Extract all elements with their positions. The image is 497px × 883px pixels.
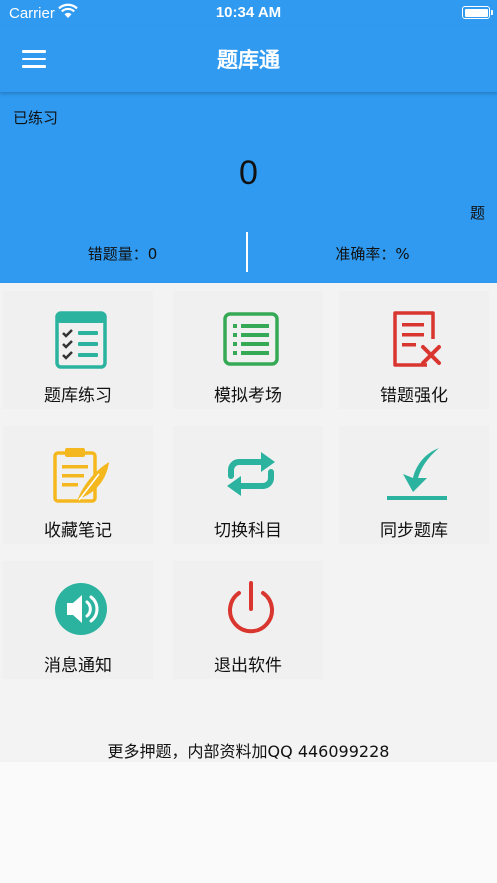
- grid-item-label: 模拟考场: [214, 386, 282, 406]
- grid-item-exit[interactable]: 退出软件: [173, 561, 323, 679]
- speaker-icon: [51, 579, 111, 639]
- download-arrow-icon: [387, 444, 447, 504]
- count-unit: 题: [469, 204, 485, 222]
- practiced-label: 已练习: [13, 109, 59, 127]
- power-icon: [221, 579, 281, 639]
- clipboard-note-icon: [51, 444, 111, 504]
- grid-item-label: 题库练习: [44, 386, 112, 406]
- page-title: 题库通: [217, 48, 280, 72]
- grid-item-mock-exam[interactable]: 模拟考场: [173, 291, 323, 409]
- checklist-icon: [51, 309, 111, 369]
- grid-item-switch-subject[interactable]: 切换科目: [173, 426, 323, 544]
- grid-item-sync-bank[interactable]: 同步题库: [339, 426, 489, 544]
- battery-icon: [462, 6, 493, 19]
- promo-footer: 更多押题，内部资料加QQ 446099228: [107, 742, 390, 761]
- grid-item-label: 消息通知: [44, 656, 112, 676]
- grid-item-label: 错题强化: [380, 386, 448, 406]
- doc-error-icon: [387, 309, 447, 369]
- grid-item-practice[interactable]: 题库练习: [3, 291, 153, 409]
- list-doc-icon: [221, 309, 281, 369]
- grid-item-wrong-review[interactable]: 错题强化: [339, 291, 489, 409]
- grid-item-favorites[interactable]: 收藏笔记: [3, 426, 153, 544]
- practiced-count: 0: [239, 154, 258, 192]
- grid-item-notifications[interactable]: 消息通知: [3, 561, 153, 679]
- status-time: 10:34 AM: [215, 4, 282, 21]
- switch-arrows-icon: [221, 444, 281, 504]
- status-bar: Carrier 10:34 AM: [0, 0, 497, 26]
- nav-bar: 题库通: [0, 26, 497, 92]
- grid-item-label: 退出软件: [214, 656, 282, 676]
- grid-item-label: 同步题库: [380, 521, 448, 541]
- stats-panel: 已练习 0 题 错题量：0 准确率：%: [0, 92, 497, 283]
- wrong-count: 错题量：0: [87, 245, 158, 263]
- accuracy-rate: 准确率：%: [335, 245, 410, 263]
- grid-item-label: 切换科目: [214, 521, 282, 541]
- grid-item-label: 收藏笔记: [44, 521, 112, 541]
- bottom-area: [0, 762, 497, 883]
